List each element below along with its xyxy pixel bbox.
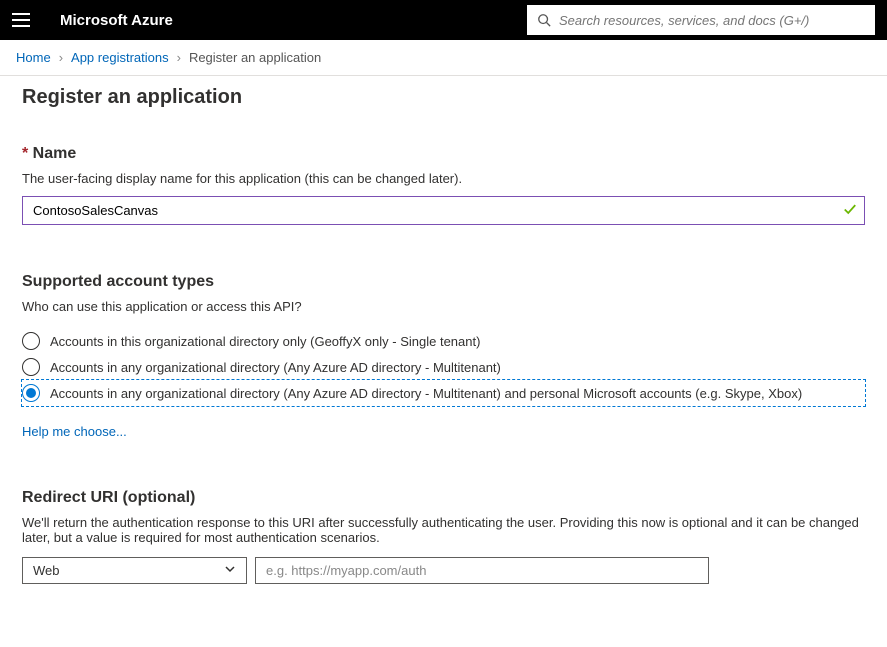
page-title: Register an application	[22, 86, 865, 109]
brand-label: Microsoft Azure	[60, 12, 173, 29]
account-types-radio-group: Accounts in this organizational director…	[22, 328, 865, 406]
chevron-down-icon	[224, 563, 236, 578]
redirect-uri-description: We'll return the authentication response…	[22, 515, 865, 545]
app-name-input[interactable]	[22, 196, 865, 225]
breadcrumb-home[interactable]: Home	[16, 50, 51, 65]
breadcrumb-current: Register an application	[189, 50, 321, 65]
top-navigation-bar: Microsoft Azure	[0, 0, 887, 40]
name-heading: Name	[22, 145, 865, 163]
hamburger-menu-icon[interactable]	[12, 8, 36, 32]
account-type-option-multitenant-personal[interactable]: Accounts in any organizational directory…	[22, 380, 865, 406]
radio-label: Accounts in this organizational director…	[50, 334, 480, 349]
help-me-choose-link[interactable]: Help me choose...	[22, 424, 127, 439]
radio-label: Accounts in any organizational directory…	[50, 360, 501, 375]
account-type-option-multitenant[interactable]: Accounts in any organizational directory…	[22, 354, 865, 380]
search-input[interactable]	[559, 13, 865, 28]
redirect-uri-input[interactable]	[255, 557, 709, 584]
redirect-uri-type-select[interactable]: Web	[22, 557, 247, 584]
chevron-right-icon: ›	[177, 50, 181, 65]
redirect-uri-heading: Redirect URI (optional)	[22, 489, 865, 507]
main-content: Register an application Name The user-fa…	[0, 76, 887, 614]
account-type-option-single-tenant[interactable]: Accounts in this organizational director…	[22, 328, 865, 354]
name-description: The user-facing display name for this ap…	[22, 171, 865, 186]
account-types-heading: Supported account types	[22, 273, 865, 291]
chevron-right-icon: ›	[59, 50, 63, 65]
radio-label: Accounts in any organizational directory…	[50, 386, 802, 401]
global-search[interactable]	[527, 5, 875, 35]
radio-icon	[22, 384, 40, 402]
breadcrumb: Home › App registrations › Register an a…	[0, 40, 887, 76]
checkmark-icon	[843, 202, 857, 219]
radio-icon	[22, 358, 40, 376]
search-icon	[537, 13, 551, 27]
account-types-description: Who can use this application or access t…	[22, 299, 865, 314]
select-value: Web	[33, 563, 60, 578]
breadcrumb-app-registrations[interactable]: App registrations	[71, 50, 169, 65]
radio-icon	[22, 332, 40, 350]
